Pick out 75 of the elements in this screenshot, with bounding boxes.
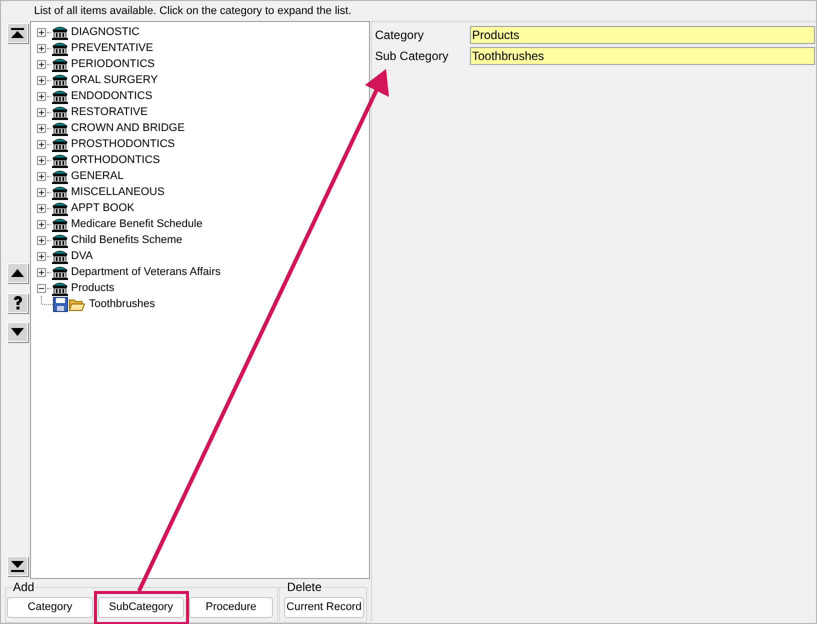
building-icon <box>52 200 68 216</box>
up-icon <box>11 269 24 277</box>
group-title: Delete <box>286 580 323 594</box>
building-icon <box>52 264 68 280</box>
expand-toggle[interactable] <box>37 204 46 212</box>
instruction-text: List of all items available. Click on the category to expand the list. <box>34 4 352 19</box>
move-down-button[interactable] <box>7 322 28 342</box>
tree-item[interactable]: PREVENTATIVE <box>71 40 154 56</box>
building-icon <box>52 248 68 264</box>
building-icon <box>52 136 68 152</box>
building-icon <box>52 40 68 56</box>
expand-toggle[interactable] <box>37 220 46 228</box>
expand-toggle[interactable] <box>37 140 46 148</box>
building-icon <box>52 232 68 248</box>
tree-item[interactable]: Products <box>71 280 114 296</box>
action-button[interactable]: Category <box>7 597 93 618</box>
tree-item[interactable]: Department of Veterans Affairs <box>71 264 221 280</box>
expand-toggle[interactable] <box>37 108 46 116</box>
save-icon <box>53 296 68 312</box>
input-field[interactable]: Products <box>470 26 815 44</box>
move-bottom-icon <box>11 560 24 572</box>
expand-toggle[interactable] <box>37 76 46 84</box>
expand-toggle[interactable] <box>37 60 46 68</box>
tree-item[interactable]: GENERAL <box>71 168 124 184</box>
move-top-button[interactable] <box>7 23 28 43</box>
question-icon <box>12 296 22 310</box>
tree-item[interactable]: MISCELLANEOUS <box>71 184 165 200</box>
tree-item[interactable]: APPT BOOK <box>71 200 134 216</box>
tree-item[interactable]: Child Benefits Scheme <box>71 232 182 248</box>
tree-item[interactable]: PROSTHODONTICS <box>71 136 175 152</box>
building-icon <box>52 88 68 104</box>
building-icon <box>52 56 68 72</box>
tree-item[interactable]: DVA <box>71 248 93 264</box>
building-icon <box>52 184 68 200</box>
building-icon <box>52 120 68 136</box>
building-icon <box>52 152 68 168</box>
tree-item[interactable]: ORTHODONTICS <box>71 152 160 168</box>
field-label: Sub Category <box>375 48 450 64</box>
input-field[interactable]: Toothbrushes <box>470 46 815 64</box>
group-title: Add <box>12 580 36 594</box>
tree-item[interactable]: ORAL SURGERY <box>71 72 158 88</box>
move-bottom-button[interactable] <box>7 556 28 576</box>
action-button[interactable]: Procedure <box>189 597 273 618</box>
expand-toggle[interactable] <box>37 124 46 132</box>
expand-toggle[interactable] <box>37 268 46 276</box>
collapse-toggle[interactable] <box>37 284 46 292</box>
move-top-icon <box>11 28 24 38</box>
expand-toggle[interactable] <box>37 252 46 260</box>
expand-toggle[interactable] <box>37 188 46 196</box>
tree-item[interactable]: PERIODONTICS <box>71 56 155 72</box>
building-icon <box>52 104 68 120</box>
building-icon <box>52 168 68 184</box>
expand-toggle[interactable] <box>37 156 46 164</box>
help-button[interactable] <box>7 293 28 313</box>
building-icon <box>52 24 68 40</box>
action-button[interactable]: SubCategory <box>98 597 184 618</box>
expand-toggle[interactable] <box>37 236 46 244</box>
down-icon <box>11 328 24 336</box>
field-label: Category <box>375 26 425 44</box>
tree-item[interactable]: RESTORATIVE <box>71 104 148 120</box>
tree-item[interactable]: Toothbrushes <box>89 296 156 312</box>
folder-icon <box>69 298 85 310</box>
building-icon <box>52 216 68 232</box>
expand-toggle[interactable] <box>37 44 46 52</box>
action-button[interactable]: Current Record <box>284 597 364 618</box>
tree-item[interactable]: Medicare Benefit Schedule <box>71 216 202 232</box>
move-up-button[interactable] <box>7 263 28 283</box>
expand-toggle[interactable] <box>37 28 46 36</box>
expand-toggle[interactable] <box>37 172 46 180</box>
building-icon <box>52 72 68 88</box>
tree-item[interactable]: DIAGNOSTIC <box>71 24 140 40</box>
building-icon <box>52 280 68 296</box>
tree-item[interactable]: ENDODONTICS <box>71 88 152 104</box>
tree-item[interactable]: CROWN AND BRIDGE <box>71 120 185 136</box>
expand-toggle[interactable] <box>37 92 46 100</box>
